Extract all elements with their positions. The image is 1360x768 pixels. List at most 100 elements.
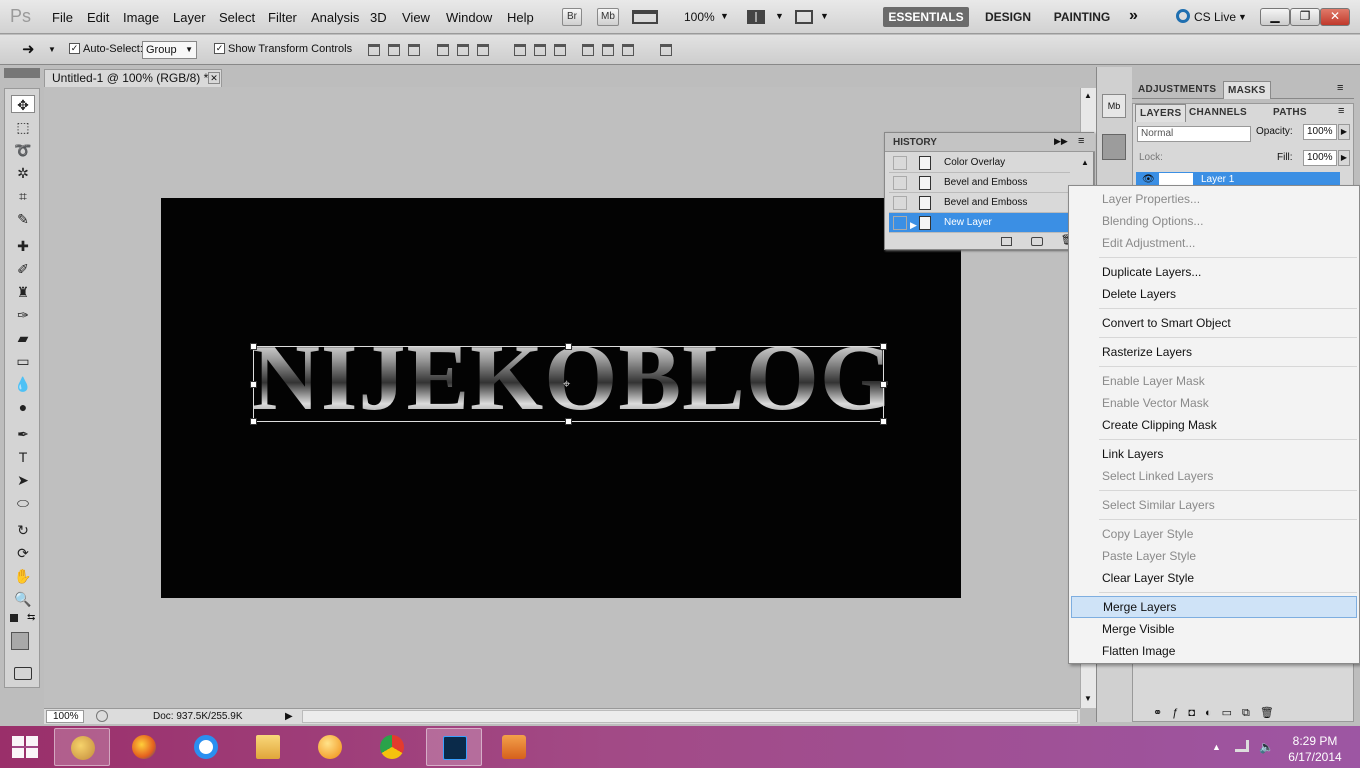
blend-mode-dropdown[interactable]: Normal bbox=[1137, 126, 1251, 142]
minimize-button[interactable]: ▁ bbox=[1260, 8, 1290, 26]
gradient-tool-icon[interactable]: ▭ bbox=[11, 352, 35, 370]
menu-edit[interactable]: Edit bbox=[87, 10, 109, 25]
menu-item-select-similar-layers[interactable]: Select Similar Layers bbox=[1069, 494, 1359, 516]
restore-button[interactable]: ❐ bbox=[1290, 8, 1320, 26]
chevron-down-icon[interactable]: ▼ bbox=[775, 11, 784, 21]
layer-bottom-icons[interactable]: ⚭ƒ◘◐▭⧉🗑 bbox=[1153, 706, 1284, 720]
distribute-bottom-icon[interactable] bbox=[554, 44, 566, 56]
3d-rotate-tool-icon[interactable]: ↻ bbox=[11, 521, 35, 539]
workspace-design[interactable]: DESIGN bbox=[982, 7, 1034, 27]
move-tool-icon[interactable]: ➜ bbox=[22, 40, 35, 58]
healing-brush-tool-icon[interactable]: ✚ bbox=[11, 237, 35, 255]
menu-item-link-layers[interactable]: Link Layers bbox=[1069, 443, 1359, 465]
taskbar-internet-explorer[interactable] bbox=[178, 728, 234, 766]
opacity-arrow-icon[interactable]: ▶ bbox=[1338, 124, 1350, 140]
menu-layer[interactable]: Layer bbox=[173, 10, 206, 25]
tab-paths[interactable]: PATHS bbox=[1269, 104, 1311, 122]
workspace-painting[interactable]: PAINTING bbox=[1047, 7, 1117, 27]
transform-handle[interactable] bbox=[250, 343, 257, 350]
workspace-essentials[interactable]: ESSENTIALS bbox=[883, 7, 969, 27]
reference-point-icon[interactable]: ⌖ bbox=[563, 376, 570, 392]
scroll-down-icon[interactable]: ▼ bbox=[1084, 694, 1092, 703]
chevron-down-icon[interactable]: ▼ bbox=[48, 45, 56, 54]
pen-tool-icon[interactable]: ✒ bbox=[11, 425, 35, 443]
auto-select-checkbox[interactable]: ✓ bbox=[69, 43, 80, 54]
menu-filter[interactable]: Filter bbox=[268, 10, 297, 25]
menu-item-copy-layer-style[interactable]: Copy Layer Style bbox=[1069, 523, 1359, 545]
menu-item-select-linked-layers[interactable]: Select Linked Layers bbox=[1069, 465, 1359, 487]
menu-item-merge-layers[interactable]: Merge Layers bbox=[1071, 596, 1357, 618]
zoom-tool-icon[interactable]: 🔍 bbox=[11, 590, 35, 608]
zoom-level[interactable]: 100% bbox=[684, 10, 715, 24]
quick-select-tool-icon[interactable]: ✲ bbox=[11, 164, 35, 182]
menu-view[interactable]: View bbox=[402, 10, 430, 25]
crop-tool-icon[interactable]: ⌗ bbox=[11, 187, 35, 205]
fill-arrow-icon[interactable]: ▶ bbox=[1338, 150, 1350, 166]
align-bottom-icon[interactable] bbox=[408, 44, 420, 56]
taskbar-firefox[interactable] bbox=[116, 728, 172, 766]
transform-handle[interactable] bbox=[880, 418, 887, 425]
menu-select[interactable]: Select bbox=[219, 10, 255, 25]
scroll-up-icon[interactable]: ▲ bbox=[1084, 91, 1092, 100]
toolbox-header[interactable] bbox=[4, 68, 40, 78]
menu-item-edit-adjustment[interactable]: Edit Adjustment... bbox=[1069, 232, 1359, 254]
taskbar-chrome[interactable] bbox=[364, 728, 420, 766]
taskbar-media-app[interactable] bbox=[302, 728, 358, 766]
eraser-tool-icon[interactable]: ▰ bbox=[11, 329, 35, 347]
arrange-documents-icon[interactable] bbox=[747, 10, 765, 24]
menu-help[interactable]: Help bbox=[507, 10, 534, 25]
menu-item-paste-layer-style[interactable]: Paste Layer Style bbox=[1069, 545, 1359, 567]
panel-menu-icon[interactable]: ≡ bbox=[1337, 82, 1343, 94]
mini-bridge-button[interactable]: Mb bbox=[597, 8, 619, 26]
opacity-input[interactable]: 100% bbox=[1303, 124, 1337, 140]
transform-handle[interactable] bbox=[565, 418, 572, 425]
eyedropper-tool-icon[interactable]: ✎ bbox=[11, 210, 35, 228]
scroll-up-icon[interactable]: ▲ bbox=[1081, 158, 1089, 167]
marquee-tool-icon[interactable]: ⬚ bbox=[11, 118, 35, 136]
bridge-button[interactable]: Br bbox=[562, 8, 582, 26]
menu-file[interactable]: File bbox=[52, 10, 73, 25]
3d-orbit-tool-icon[interactable]: ⟳ bbox=[11, 544, 35, 562]
tab-masks[interactable]: MASKS bbox=[1223, 81, 1271, 99]
ellipse-tool-icon[interactable]: ⬭ bbox=[11, 494, 35, 512]
menu-item-enable-vector-mask[interactable]: Enable Vector Mask bbox=[1069, 392, 1359, 414]
quick-mask-icon[interactable] bbox=[14, 667, 32, 680]
default-colors-icon[interactable] bbox=[10, 614, 18, 622]
cs-live-button[interactable]: CS Live bbox=[1194, 10, 1236, 24]
status-menu-arrow-icon[interactable]: ▶ bbox=[285, 709, 293, 724]
extras-icon[interactable] bbox=[632, 10, 658, 24]
close-button[interactable]: ✕ bbox=[1320, 8, 1350, 26]
chevron-down-icon[interactable]: ▼ bbox=[720, 11, 729, 21]
dodge-tool-icon[interactable]: ● bbox=[11, 398, 35, 416]
history-item[interactable]: Bevel and Emboss bbox=[889, 193, 1070, 213]
horizontal-scrollbar[interactable] bbox=[302, 710, 1078, 723]
status-zoom[interactable]: 100% bbox=[46, 710, 84, 723]
move-tool-icon[interactable]: ✥ bbox=[11, 95, 35, 113]
align-hcenter-icon[interactable] bbox=[457, 44, 469, 56]
visibility-eye-icon[interactable]: 👁 bbox=[1142, 174, 1155, 185]
type-tool-icon[interactable]: T bbox=[11, 448, 35, 466]
menu-window[interactable]: Window bbox=[446, 10, 492, 25]
more-workspaces-icon[interactable]: » bbox=[1129, 7, 1138, 25]
align-left-icon[interactable] bbox=[437, 44, 449, 56]
history-header[interactable]: HISTORY ▶▶ ≡ bbox=[885, 133, 1095, 152]
tray-overflow-icon[interactable]: ▲ bbox=[1212, 742, 1221, 752]
tab-layers[interactable]: LAYERS bbox=[1135, 104, 1187, 122]
history-item[interactable]: Color Overlay bbox=[889, 153, 1070, 173]
close-tab-icon[interactable]: ✕ bbox=[208, 72, 220, 84]
distribute-hcenter-icon[interactable] bbox=[602, 44, 614, 56]
show-transform-checkbox[interactable]: ✓ bbox=[214, 43, 225, 54]
menu-analysis[interactable]: Analysis bbox=[311, 10, 359, 25]
lasso-tool-icon[interactable]: ➰ bbox=[11, 141, 35, 159]
brush-tool-icon[interactable]: ✐ bbox=[11, 260, 35, 278]
menu-3d[interactable]: 3D bbox=[370, 10, 387, 25]
clone-stamp-tool-icon[interactable]: ♜ bbox=[11, 283, 35, 301]
history-brush-tool-icon[interactable]: ✑ bbox=[11, 306, 35, 324]
taskbar-file-explorer[interactable] bbox=[240, 728, 296, 766]
path-select-tool-icon[interactable]: ➤ bbox=[11, 471, 35, 489]
menu-image[interactable]: Image bbox=[123, 10, 159, 25]
history-checkbox[interactable] bbox=[893, 216, 907, 230]
panel-menu-icon[interactable]: ≡ bbox=[1078, 135, 1084, 147]
auto-select-dropdown[interactable]: Group ▼ bbox=[142, 41, 197, 59]
history-checkbox[interactable] bbox=[893, 196, 907, 210]
